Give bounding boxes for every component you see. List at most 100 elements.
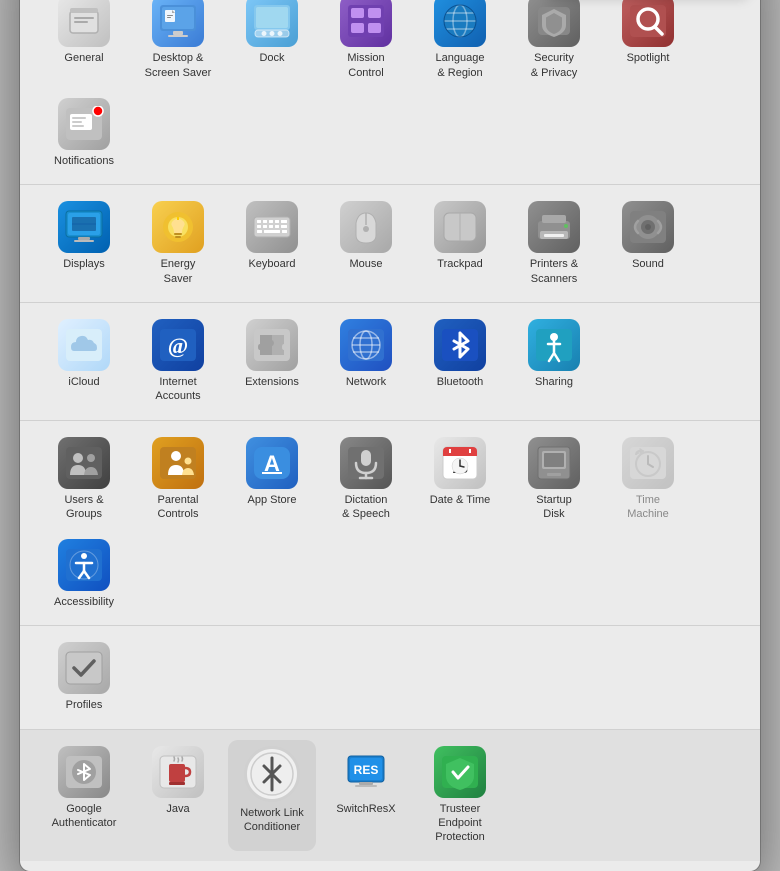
pref-keyboard[interactable]: Keyboard: [228, 195, 316, 292]
pref-dock[interactable]: Dock: [228, 0, 316, 86]
pref-energy[interactable]: EnergySaver: [134, 195, 222, 292]
pref-dictation[interactable]: Dictation& Speech: [322, 431, 410, 528]
pref-trusteer[interactable]: TrusteerEndpoint Protection: [416, 740, 504, 851]
printers-icon: [528, 201, 580, 253]
pref-accessibility[interactable]: Accessibility: [40, 533, 128, 615]
pref-mission[interactable]: MissionControl: [322, 0, 410, 86]
energy-label: EnergySaver: [161, 257, 196, 286]
svg-text:@: @: [168, 333, 188, 358]
pref-printers[interactable]: Printers &Scanners: [510, 195, 598, 292]
pref-datetime[interactable]: 18 Date & Time: [416, 431, 504, 528]
profiles-label: Profiles: [66, 698, 103, 712]
google-auth-icon: [58, 746, 110, 798]
system-preferences-window: ‹ › System Preferences 🔍 ✕: [20, 0, 760, 871]
pref-extensions[interactable]: Extensions: [228, 313, 316, 410]
trusteer-label: TrusteerEndpoint Protection: [420, 802, 500, 845]
displays-label: Displays: [63, 257, 105, 271]
network-label: Network: [346, 375, 386, 389]
pref-users[interactable]: Users &Groups: [40, 431, 128, 528]
mouse-icon: [340, 201, 392, 253]
pref-notifications[interactable]: Notifications: [40, 92, 128, 174]
icloud-label: iCloud: [68, 375, 99, 389]
pref-spotlight[interactable]: Spotlight: [604, 0, 692, 86]
mission-label: MissionControl: [347, 51, 384, 80]
pref-timemachine[interactable]: TimeMachine: [604, 431, 692, 528]
section-personal: General: [20, 0, 760, 185]
internet-accounts-icon: @: [152, 319, 204, 371]
general-label: General: [64, 51, 103, 65]
pref-google-auth[interactable]: GoogleAuthenticator: [40, 740, 128, 851]
displays-icon: [58, 201, 110, 253]
java-label: Java: [166, 802, 189, 816]
pref-switchresx[interactable]: RES SwitchResX: [322, 740, 410, 851]
security-label: Security& Privacy: [531, 51, 577, 80]
pref-startup[interactable]: StartupDisk: [510, 431, 598, 528]
appstore-icon: A: [246, 437, 298, 489]
pref-displays[interactable]: Displays: [40, 195, 128, 292]
language-icon: [434, 0, 486, 47]
dock-icon: [246, 0, 298, 47]
pref-sound[interactable]: Sound: [604, 195, 692, 292]
svg-text:RES: RES: [354, 763, 379, 777]
pref-trackpad[interactable]: Trackpad: [416, 195, 504, 292]
network-link-conditioner-icon: [244, 746, 300, 802]
sharing-icon: [528, 319, 580, 371]
startup-icon: [528, 437, 580, 489]
pref-network-link-conditioner[interactable]: Network LinkConditioner: [228, 740, 316, 851]
personal-grid: General: [40, 0, 740, 174]
startup-label: StartupDisk: [536, 493, 571, 522]
spotlight-icon: [622, 0, 674, 47]
trusteer-icon: [434, 746, 486, 798]
security-icon: [528, 0, 580, 47]
timemachine-label: TimeMachine: [627, 493, 669, 522]
dock-label: Dock: [259, 51, 284, 65]
sound-icon: [622, 201, 674, 253]
notifications-icon: [58, 98, 110, 150]
other-grid: GoogleAuthenticator: [40, 740, 740, 851]
pref-language[interactable]: Language& Region: [416, 0, 504, 86]
mission-icon: [340, 0, 392, 47]
pref-internet-accounts[interactable]: @ InternetAccounts: [134, 313, 222, 410]
notifications-label: Notifications: [54, 154, 114, 168]
pref-security[interactable]: Security& Privacy: [510, 0, 598, 86]
pref-desktop[interactable]: Desktop &Screen Saver: [134, 0, 222, 86]
users-label: Users &Groups: [64, 493, 103, 522]
java-icon: [152, 746, 204, 798]
pref-appstore[interactable]: A App Store: [228, 431, 316, 528]
extensions-label: Extensions: [245, 375, 299, 389]
section-hardware: Displays EnergySav: [20, 185, 760, 303]
parental-icon: [152, 437, 204, 489]
datetime-icon: 18: [434, 437, 486, 489]
desktop-label: Desktop &Screen Saver: [145, 51, 212, 80]
bluetooth-icon: [434, 319, 486, 371]
pref-icloud[interactable]: iCloud: [40, 313, 128, 410]
energy-icon: [152, 201, 204, 253]
pref-mouse[interactable]: Mouse: [322, 195, 410, 292]
dictation-label: Dictation& Speech: [342, 493, 390, 522]
google-auth-label: GoogleAuthenticator: [52, 802, 117, 831]
profiles-grid: Profiles: [40, 636, 740, 718]
switchresx-icon: RES: [340, 746, 392, 798]
icloud-icon: [58, 319, 110, 371]
desktop-icon: [152, 0, 204, 47]
pref-general[interactable]: General: [40, 0, 128, 86]
pref-parental[interactable]: ParentalControls: [134, 431, 222, 528]
pref-profiles[interactable]: Profiles: [40, 636, 128, 718]
keyboard-icon: [246, 201, 298, 253]
pref-network[interactable]: Network: [322, 313, 410, 410]
datetime-label: Date & Time: [430, 493, 491, 507]
section-system: Users &Groups ParentalControls: [20, 421, 760, 627]
section-internet: iCloud @ InternetAccounts: [20, 303, 760, 421]
mouse-label: Mouse: [349, 257, 382, 271]
general-icon: [58, 0, 110, 47]
extensions-icon: [246, 319, 298, 371]
sharing-label: Sharing: [535, 375, 573, 389]
pref-bluetooth[interactable]: Bluetooth: [416, 313, 504, 410]
language-label: Language& Region: [436, 51, 485, 80]
pref-java[interactable]: Java: [134, 740, 222, 851]
profiles-icon: [58, 642, 110, 694]
network-icon: [340, 319, 392, 371]
bluetooth-label: Bluetooth: [437, 375, 483, 389]
pref-sharing[interactable]: Sharing: [510, 313, 598, 410]
sound-label: Sound: [632, 257, 664, 271]
